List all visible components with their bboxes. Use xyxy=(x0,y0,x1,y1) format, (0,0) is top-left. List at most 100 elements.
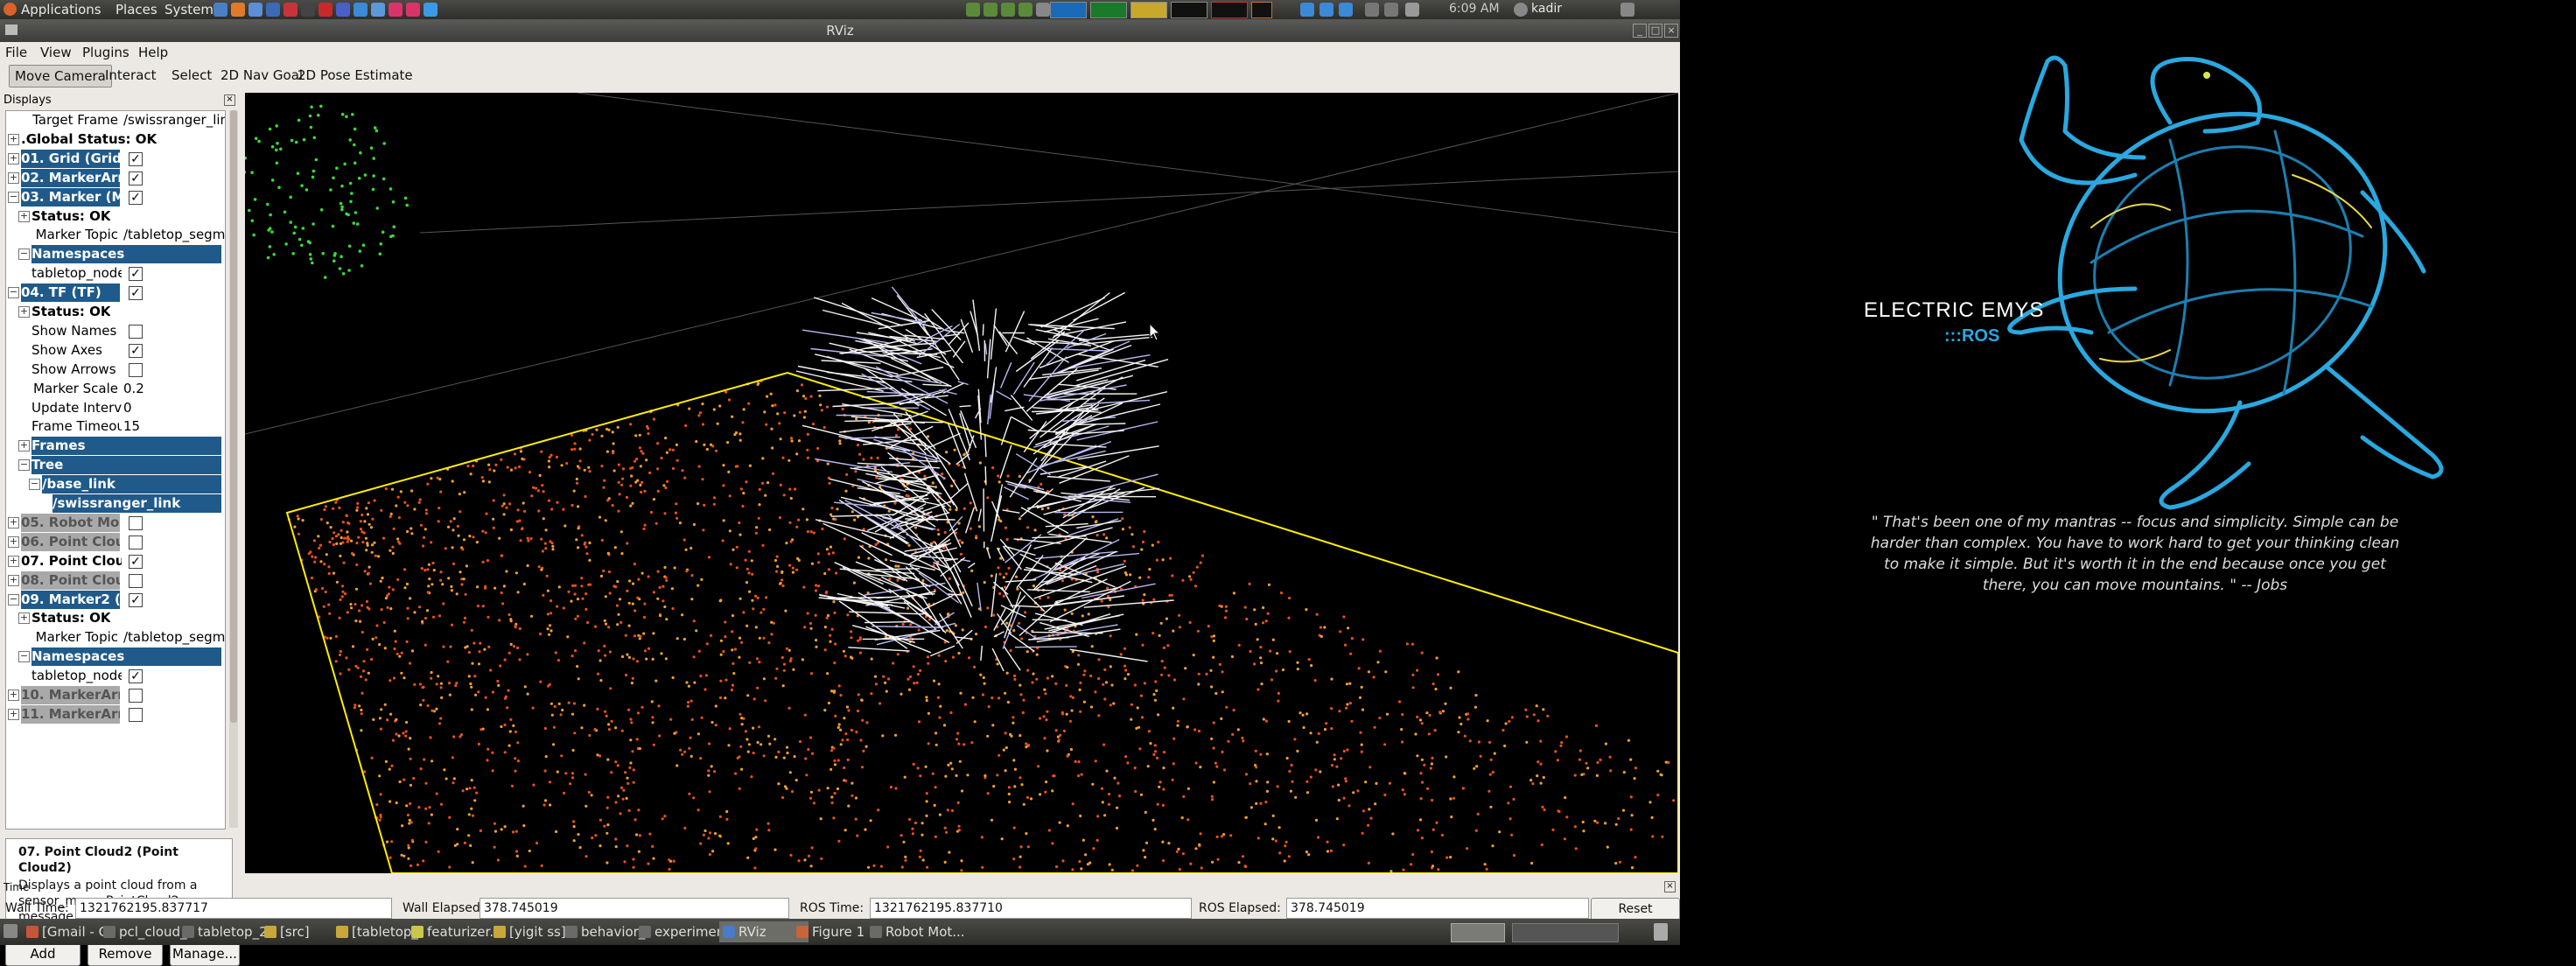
expand-icon[interactable]: + xyxy=(18,612,30,624)
title-bar[interactable]: RViz _ □ × xyxy=(0,19,1680,42)
display-tree-row[interactable]: −03. Marker (Marker)✓ xyxy=(6,188,225,206)
display-tree-value[interactable]: /swissranger_link xyxy=(123,111,225,130)
display-tree-row[interactable]: Marker Topic/tabletop_segmentation_marke… xyxy=(6,628,225,647)
firefox-icon[interactable] xyxy=(231,3,245,17)
display-tree-row[interactable]: +01. Grid (Grid)✓ xyxy=(6,150,225,168)
display-tree-value[interactable]: 0.2 xyxy=(123,380,225,398)
volume-icon[interactable] xyxy=(1384,3,1398,17)
display-tree-row[interactable]: Frame Timeout15 xyxy=(6,417,225,436)
workspace-icon[interactable] xyxy=(984,3,998,17)
display-tree-row[interactable]: Show Axes✓ xyxy=(6,341,225,360)
enable-checkbox[interactable]: ✓ xyxy=(129,286,143,300)
workspace-icon[interactable] xyxy=(1018,3,1032,17)
display-tree-row[interactable]: tabletop_node✓ xyxy=(6,667,225,685)
render-view[interactable] xyxy=(245,93,1678,873)
launcher-icon[interactable] xyxy=(424,3,438,17)
display-tree-row[interactable]: +02. MarkerArray✓ xyxy=(6,169,225,187)
display-tree-row[interactable]: −Namespaces xyxy=(6,245,225,263)
enable-checkbox[interactable]: ✓ xyxy=(129,669,143,683)
display-tree-row[interactable]: /swissranger_link xyxy=(6,494,225,513)
display-tree-row[interactable]: tabletop_node✓ xyxy=(6,264,225,283)
launcher-icon[interactable] xyxy=(318,3,332,17)
menu-help[interactable]: Help xyxy=(138,45,168,60)
display-tree-row[interactable]: Marker Scale0.2 xyxy=(6,380,225,398)
launcher-icon[interactable] xyxy=(371,3,385,17)
dropbox-icon[interactable] xyxy=(1300,3,1314,17)
expand-icon[interactable]: + xyxy=(8,172,19,184)
panel-close-icon[interactable]: × xyxy=(1664,881,1676,892)
display-tree-row[interactable]: +10. MarkerArray xyxy=(6,686,225,704)
tool-interact[interactable]: Interact xyxy=(100,65,162,86)
enable-checkbox[interactable] xyxy=(129,689,143,703)
expand-icon[interactable]: + xyxy=(18,306,30,318)
collapse-icon[interactable]: − xyxy=(18,651,30,662)
displays-scrollbar[interactable] xyxy=(229,110,238,828)
enable-checkbox[interactable]: ✓ xyxy=(129,593,143,607)
expand-icon[interactable]: + xyxy=(8,690,19,701)
display-tree-row[interactable]: +11. MarkerArray xyxy=(6,705,225,724)
workspace-icon[interactable] xyxy=(966,3,980,17)
display-tree-row[interactable]: −/base_link xyxy=(6,475,225,494)
collapse-icon[interactable]: − xyxy=(8,594,19,606)
expand-icon[interactable]: + xyxy=(8,134,19,145)
display-tree-row[interactable]: +08. Point Cloud xyxy=(6,571,225,590)
panel-close-icon[interactable]: × xyxy=(224,94,235,106)
collapse-icon[interactable]: − xyxy=(29,479,40,490)
show-desktop-icon[interactable] xyxy=(4,924,18,938)
enable-checkbox[interactable]: ✓ xyxy=(129,172,143,186)
launcher-icon[interactable] xyxy=(266,3,280,17)
applications-menu[interactable]: Applications xyxy=(21,2,102,18)
launcher-icon[interactable] xyxy=(388,3,402,17)
enable-checkbox[interactable] xyxy=(129,574,143,588)
display-tree-row[interactable]: Show Names xyxy=(6,322,225,340)
collapse-icon[interactable]: − xyxy=(8,192,19,203)
mail-icon[interactable] xyxy=(1405,3,1419,17)
launcher-icon[interactable] xyxy=(284,3,298,17)
launcher-icon[interactable] xyxy=(214,3,228,17)
display-tree-row[interactable]: +05. Robot Model xyxy=(6,514,225,532)
expand-icon[interactable]: + xyxy=(8,556,19,567)
launcher-icon[interactable] xyxy=(336,3,350,17)
expand-icon[interactable]: + xyxy=(18,440,30,452)
display-tree-row[interactable]: +06. Point Cloud xyxy=(6,533,225,551)
expand-icon[interactable]: + xyxy=(8,575,19,586)
workspace-switcher[interactable] xyxy=(1451,923,1505,942)
display-tree-row[interactable]: +Status: OK xyxy=(6,609,225,627)
display-tree-row[interactable]: −09. Marker2 (Marker)✓ xyxy=(6,591,225,609)
display-tree-row[interactable]: −Namespaces xyxy=(6,648,225,666)
maximize-icon[interactable]: □ xyxy=(1648,24,1662,38)
dropbox-icon[interactable] xyxy=(1320,3,1334,17)
display-tree-row[interactable]: Target Frame/swissranger_link xyxy=(6,111,225,130)
display-tree-value[interactable]: 15 xyxy=(123,417,225,436)
enable-checkbox[interactable]: ✓ xyxy=(129,344,143,358)
launcher-icon[interactable] xyxy=(406,3,420,17)
trash-icon[interactable] xyxy=(1036,3,1050,17)
launcher-icon[interactable] xyxy=(354,3,368,17)
ros-time-field[interactable]: 1321762195.837710 xyxy=(870,898,1192,919)
display-tree-row[interactable]: Update Interval0 xyxy=(6,399,225,417)
display-tree-row[interactable]: Marker Topic/tabletop_segmentation_marke… xyxy=(6,226,225,244)
enable-checkbox[interactable] xyxy=(129,516,143,530)
tool-select[interactable]: Select xyxy=(166,65,217,86)
expand-icon[interactable]: + xyxy=(18,211,30,222)
scene-3d[interactable] xyxy=(245,93,1678,873)
collapse-icon[interactable]: − xyxy=(18,248,30,260)
user-name[interactable]: kadir xyxy=(1531,2,1562,16)
display-tree-row[interactable]: +Status: OK xyxy=(6,303,225,321)
collapse-icon[interactable]: − xyxy=(8,287,19,298)
ubuntu-logo-icon[interactable] xyxy=(4,3,17,16)
tool-2d-pose-estimate[interactable]: 2D Pose Estimate xyxy=(292,65,418,86)
ros-elapsed-field[interactable]: 378.745019 xyxy=(1286,898,1589,919)
wall-time-field[interactable]: 1321762195.837717 xyxy=(75,898,392,919)
display-tree-row[interactable]: +07. Point Cloud2✓ xyxy=(6,552,225,570)
remove-button[interactable]: Remove xyxy=(88,942,163,966)
minimize-icon[interactable]: _ xyxy=(1633,24,1647,38)
enable-checkbox[interactable] xyxy=(129,363,143,377)
expand-icon[interactable]: + xyxy=(8,536,19,548)
workspace-switcher[interactable] xyxy=(1512,923,1619,942)
enable-checkbox[interactable] xyxy=(129,325,143,339)
menu-view[interactable]: View xyxy=(40,45,72,60)
workspace-icon[interactable] xyxy=(1001,3,1015,17)
display-tree-value[interactable]: 0 xyxy=(123,399,225,417)
tool-move-camera[interactable]: Move Camera xyxy=(9,65,112,88)
